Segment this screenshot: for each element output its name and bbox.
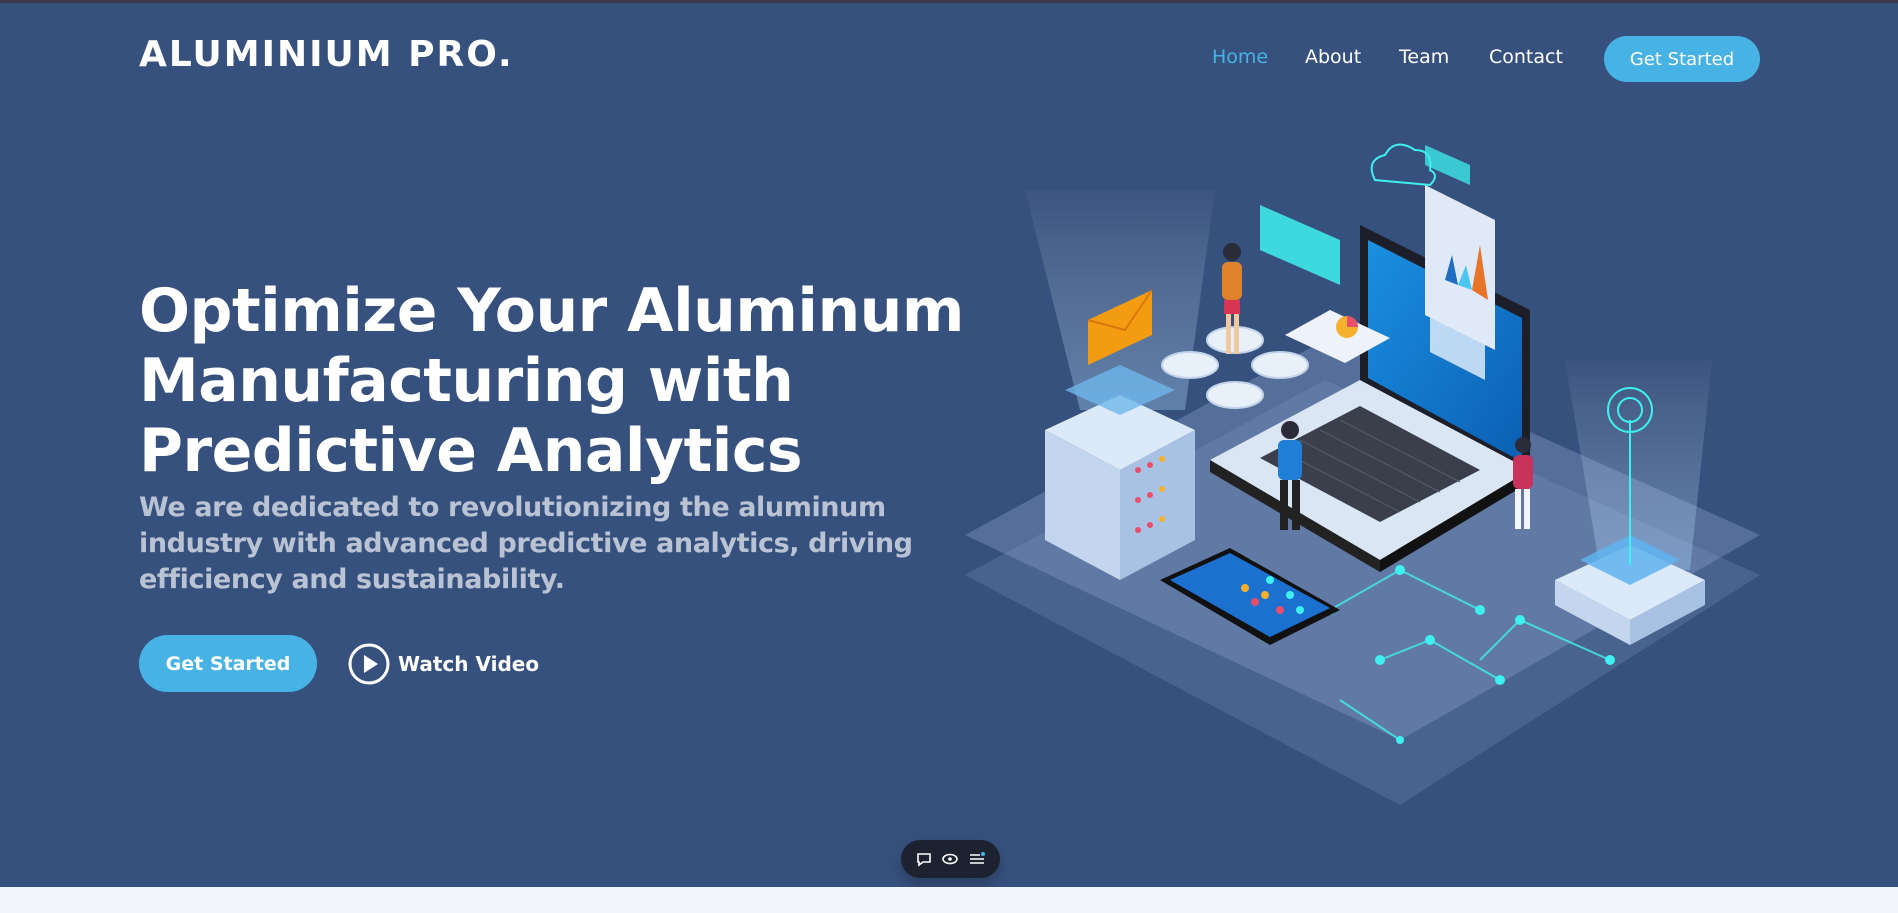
floating-panel (1260, 205, 1340, 285)
hero-title-line: Predictive Analytics (139, 416, 803, 486)
top-border (0, 0, 1898, 3)
menu-icon[interactable] (968, 850, 986, 868)
hero-get-started-button[interactable]: Get Started (139, 635, 317, 692)
nav-team[interactable]: Team (1399, 46, 1449, 68)
nav-about[interactable]: About (1305, 46, 1361, 68)
hero-illustration (965, 143, 1760, 805)
hero-title-line: Optimize Your Aluminum (139, 276, 964, 346)
floating-panel (1425, 145, 1470, 185)
nav-home[interactable]: Home (1212, 46, 1268, 68)
watch-video-label: Watch Video (398, 652, 540, 676)
comment-icon[interactable] (915, 850, 933, 868)
site-logo[interactable]: ALUMINIUM PRO. (139, 34, 514, 75)
nav-contact[interactable]: Contact (1489, 46, 1563, 68)
play-icon (348, 643, 390, 685)
floating-toolbar (901, 840, 1000, 878)
watch-video-link[interactable]: Watch Video (348, 643, 539, 685)
header-get-started-button[interactable]: Get Started (1604, 36, 1760, 82)
hero-title: Optimize Your Aluminum Manufacturing wit… (139, 276, 964, 486)
next-section (0, 887, 1898, 913)
hero-title-line: Manufacturing with (139, 346, 794, 416)
hero-subtitle: We are dedicated to revolutionizing the … (139, 492, 913, 595)
eye-icon[interactable] (941, 850, 959, 868)
